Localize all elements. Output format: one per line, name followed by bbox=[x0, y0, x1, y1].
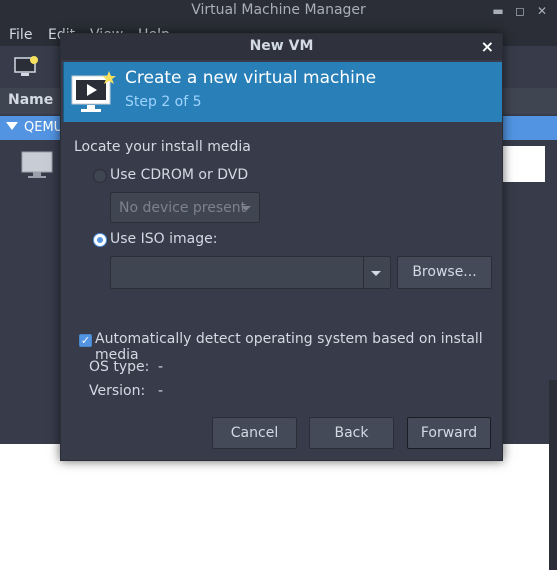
new-vm-icon bbox=[71, 71, 116, 112]
menu-file[interactable]: File bbox=[9, 27, 32, 43]
cdrom-radio[interactable] bbox=[93, 169, 107, 183]
dialog-title: New VM bbox=[249, 38, 314, 54]
new-vm-toolbar-icon[interactable] bbox=[14, 55, 40, 79]
autodetect-checkbox[interactable]: ✓ bbox=[79, 334, 92, 347]
main-titlebar[interactable]: Virtual Machine Manager ▬ ◻ ✕ bbox=[0, 0, 557, 24]
iso-radio[interactable] bbox=[93, 233, 107, 247]
connection-label: QEMU bbox=[24, 120, 64, 135]
close-icon[interactable]: × bbox=[481, 37, 494, 56]
vm-status-graph bbox=[503, 146, 545, 182]
os-type-label: OS type: bbox=[89, 359, 150, 375]
section-label: Locate your install media bbox=[74, 139, 251, 155]
version-label: Version: bbox=[89, 383, 146, 399]
cdrom-device-value: No device present bbox=[119, 200, 247, 216]
cdrom-radio-label[interactable]: Use CDROM or DVD bbox=[110, 167, 248, 183]
maximize-icon[interactable]: ◻ bbox=[512, 3, 528, 19]
new-vm-dialog: New VM × Create a new virtual machine St… bbox=[60, 33, 503, 461]
minimize-icon[interactable]: ▬ bbox=[490, 3, 506, 19]
banner-title: Create a new virtual machine bbox=[125, 68, 377, 88]
main-window-title: Virtual Machine Manager bbox=[191, 2, 366, 18]
chevron-down-icon bbox=[241, 206, 251, 211]
expand-arrow-icon[interactable] bbox=[6, 122, 18, 130]
iso-path-combo[interactable] bbox=[110, 256, 391, 289]
cdrom-device-combo: No device present bbox=[110, 192, 260, 223]
column-name-header[interactable]: Name bbox=[8, 92, 53, 108]
combo-separator bbox=[363, 257, 364, 288]
cancel-button[interactable]: Cancel bbox=[212, 417, 297, 449]
version-value: - bbox=[158, 383, 164, 399]
back-button[interactable]: Back bbox=[309, 417, 394, 449]
vm-monitor-icon bbox=[21, 151, 53, 178]
main-right-strip bbox=[549, 380, 557, 570]
chevron-down-icon[interactable] bbox=[371, 271, 381, 276]
close-window-icon[interactable]: ✕ bbox=[534, 3, 550, 19]
wizard-banner: Create a new virtual machine Step 2 of 5 bbox=[63, 62, 502, 122]
autodetect-label[interactable]: Automatically detect operating system ba… bbox=[95, 331, 502, 363]
browse-button[interactable]: Browse... bbox=[397, 256, 492, 289]
os-type-value: - bbox=[158, 359, 164, 375]
dialog-titlebar[interactable]: New VM × bbox=[61, 34, 502, 60]
forward-button[interactable]: Forward bbox=[407, 417, 491, 449]
iso-radio-label[interactable]: Use ISO image: bbox=[110, 231, 217, 247]
banner-step: Step 2 of 5 bbox=[125, 94, 202, 110]
